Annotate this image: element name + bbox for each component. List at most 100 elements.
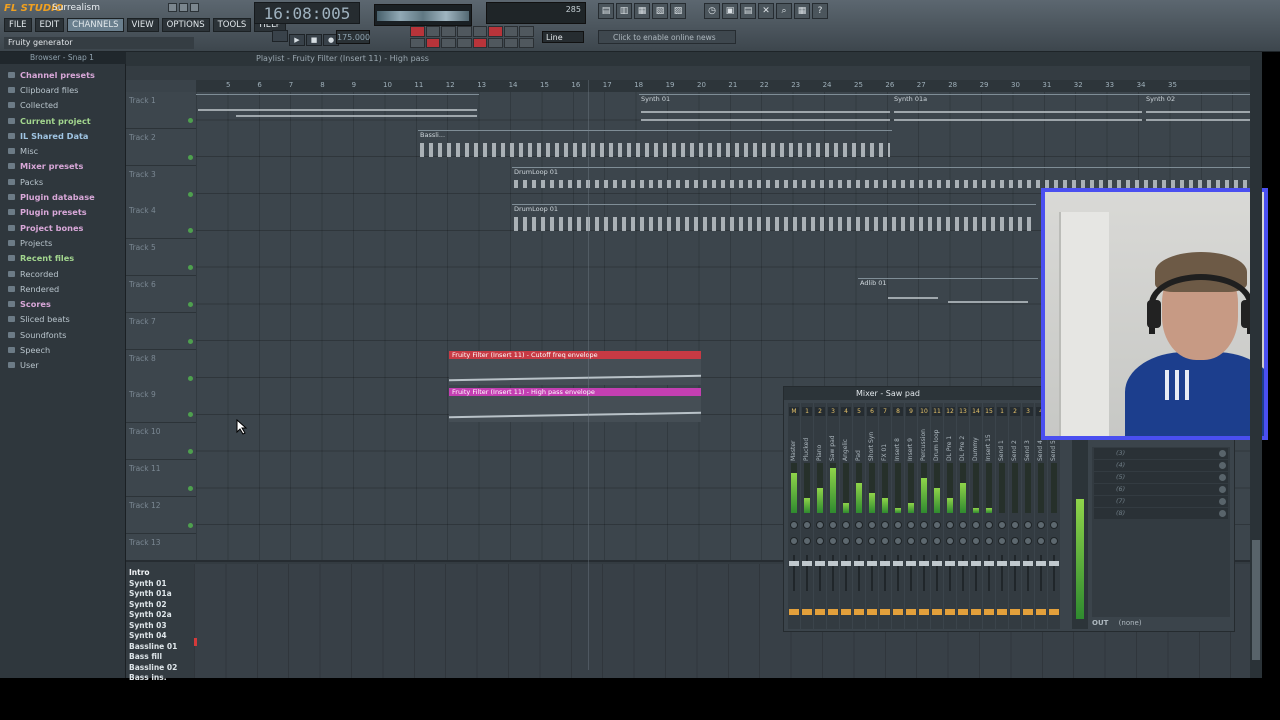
stereo-knob[interactable] [842,537,850,545]
track-active-led[interactable] [188,118,193,123]
stereo-knob[interactable] [1024,537,1032,545]
stereo-knob[interactable] [790,537,798,545]
fader-cap[interactable] [984,561,994,566]
snap-selector[interactable]: Line [542,31,584,43]
pattern-song-toggle[interactable] [272,30,288,42]
stereo-knob[interactable] [894,537,902,545]
stereo-knob[interactable] [959,537,967,545]
mixer-output[interactable]: OUT (none) [1092,619,1230,629]
mixer-strip[interactable]: 8 Insert 8 [892,403,904,629]
mixer-strip[interactable]: 7 FX 01 [879,403,891,629]
pattern-btn[interactable] [456,37,472,48]
track-active-led[interactable] [188,228,193,234]
pattern-name[interactable]: Synth 01a [129,589,195,600]
slot-enable-icon[interactable] [1219,474,1226,481]
pattern-btn[interactable] [472,26,488,37]
clip[interactable]: Synth 02 [1144,94,1252,128]
fader-cap[interactable] [906,561,916,566]
mixer-strip[interactable]: 3 Saw pad [827,403,839,629]
fx-slot[interactable]: (4) [1094,460,1228,471]
menu-view[interactable]: VIEW [126,18,159,32]
pan-knob[interactable] [829,521,837,529]
pattern-btn[interactable] [441,37,456,48]
clock-icon[interactable]: ◷ [704,3,720,19]
track-header[interactable]: Track 3 [126,165,196,203]
news-bar[interactable]: Click to enable online news [598,30,736,44]
browser-item[interactable]: Misc [8,143,124,158]
slot-enable-icon[interactable] [1219,510,1226,517]
mixer-strip[interactable]: 1 Send 1 [996,403,1008,629]
pattern-name[interactable]: Intro [129,568,195,579]
route-button[interactable] [958,609,968,615]
pan-knob[interactable] [1024,521,1032,529]
fader-cap[interactable] [1049,561,1059,566]
stereo-knob[interactable] [816,537,824,545]
mixer-strip[interactable]: 9 Insert 9 [905,403,917,629]
mixer-strip[interactable]: 11 Drum loop [931,403,943,629]
clip[interactable]: DrumLoop 01 [512,204,1036,238]
vertical-scrollbar[interactable] [1250,60,1262,678]
browser-item[interactable]: Collected [8,98,124,113]
stop-button[interactable]: ■ [306,34,322,46]
stereo-knob[interactable] [946,537,954,545]
fx-slot[interactable]: (5) [1094,472,1228,483]
minimize-icon[interactable] [168,3,177,12]
pattern-name[interactable]: Synth 04 [129,631,195,642]
fx-slot[interactable]: (8) [1094,508,1228,519]
route-button[interactable] [919,609,929,615]
piano-roll-icon[interactable]: ▥ [616,3,632,19]
route-button[interactable] [1023,609,1033,615]
fader-cap[interactable] [997,561,1007,566]
pan-knob[interactable] [842,521,850,529]
track-active-led[interactable] [188,375,193,381]
clip[interactable] [196,94,479,128]
track-header[interactable]: Track 1 [126,92,196,129]
pan-knob[interactable] [972,521,980,529]
track-active-led[interactable] [188,449,193,455]
fx-slot[interactable]: (7) [1094,496,1228,507]
mixer-strip[interactable]: 14 Dummy [970,403,982,629]
browser-item[interactable]: Recorded [8,266,124,281]
browser-item[interactable]: Rendered [8,281,124,296]
pan-knob[interactable] [816,521,824,529]
track-header[interactable]: Track 5 [126,239,196,277]
route-button[interactable] [932,609,942,615]
route-button[interactable] [867,609,877,615]
slot-enable-icon[interactable] [1219,462,1226,469]
menu-options[interactable]: OPTIONS [161,18,210,32]
pattern-btn[interactable] [472,37,488,48]
fader-cap[interactable] [828,561,838,566]
track-header[interactable]: Track 7 [126,312,196,350]
fader-cap[interactable] [919,561,929,566]
browser-item[interactable]: IL Shared Data [8,128,124,143]
stereo-knob[interactable] [907,537,915,545]
pattern-btn[interactable] [410,26,425,37]
fx-slot[interactable]: (3) [1094,448,1228,459]
pattern-btn[interactable] [456,26,472,37]
browser-item[interactable]: Project bones [8,220,124,235]
track-header[interactable]: Track 11 [126,460,196,497]
pattern-btn[interactable] [410,37,425,48]
fader-cap[interactable] [893,561,903,566]
pattern-btn[interactable] [519,26,534,37]
pattern-btn[interactable] [425,37,441,48]
browser-item[interactable]: Soundfonts [8,327,124,342]
track-active-led[interactable] [188,191,193,197]
tempo-display[interactable]: 175.000 [336,30,370,44]
fader-cap[interactable] [958,561,968,566]
pattern-btn[interactable] [425,26,441,37]
pan-knob[interactable] [985,521,993,529]
mixer-strip[interactable]: 2 Piano [814,403,826,629]
route-button[interactable] [1036,609,1046,615]
track-active-led[interactable] [188,486,193,491]
track-header[interactable]: Track 10 [126,423,196,461]
fader-cap[interactable] [880,561,890,566]
pattern-name[interactable]: Bassline 02 [129,663,195,674]
mixer-strip[interactable]: 2 Send 2 [1009,403,1021,629]
fader-cap[interactable] [971,561,981,566]
pan-knob[interactable] [1037,521,1045,529]
stereo-knob[interactable] [829,537,837,545]
stereo-knob[interactable] [868,537,876,545]
mixer-strip[interactable]: 6 Short Syn [866,403,878,629]
pan-knob[interactable] [881,521,889,529]
